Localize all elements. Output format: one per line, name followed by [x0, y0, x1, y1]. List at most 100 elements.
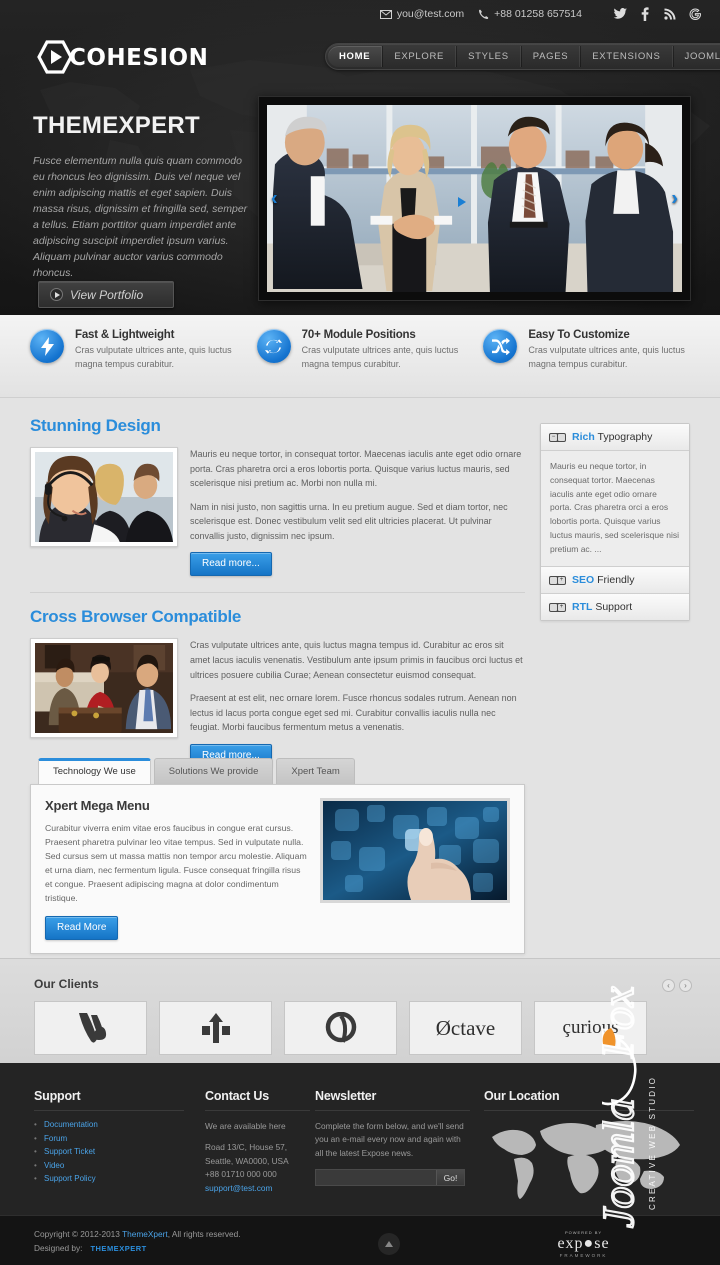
slider-next-arrow[interactable]: ›	[671, 187, 678, 210]
hero-description: Fusce elementum nulla quis quam commodo …	[33, 155, 248, 279]
feature-desc: Cras vulputate ultrices ante, quis luctu…	[75, 345, 232, 369]
section-thumbnail	[30, 447, 178, 547]
toggle-switch-icon: +	[549, 602, 566, 612]
footer-world-map	[492, 1121, 680, 1199]
footer-link-forum[interactable]: Forum	[34, 1134, 184, 1143]
clients-carousel-nav: ‹ ›	[662, 979, 692, 992]
nav-item-joomla[interactable]: JOOMLA	[672, 46, 720, 67]
footer-address-line2: Seattle, WA0000, USA	[205, 1155, 289, 1166]
toggle-knob	[550, 576, 557, 584]
client-logo-octave-text: Øctave	[435, 1015, 496, 1040]
toggle-state: +	[558, 576, 565, 584]
designed-by-label: Designed by:	[34, 1243, 83, 1253]
accordion-label-strong: SEO	[572, 574, 595, 587]
section-paragraph-1: Cras vulputate ultrices ante, quis luctu…	[190, 640, 523, 680]
tabs-row: Technology We use Solutions We provide X…	[30, 758, 525, 784]
copyright-link[interactable]: ThemeXpert	[122, 1229, 168, 1239]
feature-desc: Cras vulputate ultrices ante, quis luctu…	[528, 345, 685, 369]
clients-logo-row: Øctave çurious	[34, 1001, 647, 1055]
accordion-header-seo-friendly[interactable]: + SEO Friendly	[541, 567, 689, 595]
footer-link-documentation[interactable]: Documentation	[34, 1120, 184, 1129]
view-portfolio-button[interactable]: View Portfolio	[38, 281, 174, 308]
hero-slider[interactable]: ‹ ›	[258, 96, 691, 301]
header-email[interactable]: you@test.com	[379, 8, 464, 20]
nav-item-styles[interactable]: STYLES	[456, 46, 521, 67]
main-navigation[interactable]: HOME EXPLORE STYLES PAGES EXTENSIONS JOO…	[325, 43, 720, 70]
accordion: − Rich Typography Mauris eu neque tortor…	[540, 423, 690, 622]
client-logo-q[interactable]	[284, 1001, 397, 1055]
header-phone-text: +88 01258 657514	[494, 8, 582, 20]
newsletter-email-input[interactable]	[316, 1170, 436, 1186]
section-paragraph-2: Nam in nisi justo, non sagittis urna. In…	[190, 501, 508, 541]
twitter-bird-glyph	[613, 8, 627, 19]
accordion-header-rich-typography[interactable]: − Rich Typography	[541, 424, 689, 451]
newsletter-go-button[interactable]: Go!	[436, 1170, 464, 1186]
clients-next-button[interactable]: ›	[679, 979, 692, 992]
header-phone[interactable]: +88 01258 657514	[478, 8, 582, 20]
site-header: you@test.com +88 01258 657514 COHESION H…	[0, 0, 720, 315]
feature-easy-customize: Easy To Customize Cras vulputate ultrice…	[483, 329, 698, 397]
newsletter-form[interactable]: Go!	[315, 1169, 465, 1187]
nav-item-pages[interactable]: PAGES	[520, 46, 581, 67]
tab-panel-body: Curabitur viverra enim vitae eros faucib…	[45, 823, 307, 904]
call-center-agent-photo	[35, 452, 173, 542]
footer-location-title: Our Location	[484, 1089, 560, 1103]
rss-icon[interactable]	[663, 6, 677, 22]
footer-contact-phone: +88 01710 000 000	[205, 1169, 277, 1180]
lightning-bolt-icon	[30, 329, 64, 363]
footer-link-support-policy[interactable]: Support Policy	[34, 1174, 184, 1183]
footer-contact-email[interactable]: support@test.com	[205, 1182, 310, 1195]
toggle-switch-icon: −	[549, 432, 566, 442]
nav-item-home[interactable]: HOME	[328, 46, 383, 67]
phone-icon	[479, 9, 489, 19]
client-logo-curious[interactable]: çurious	[534, 1001, 647, 1055]
slide-image: ‹ ›	[267, 105, 682, 292]
feature-title: Easy To Customize	[528, 329, 630, 341]
expose-sublabel: FRAMEWORK	[559, 1253, 608, 1258]
section-stunning-design: Stunning Design Mauris eu neque tortor, …	[30, 416, 525, 577]
touchscreen-interface-photo	[323, 801, 507, 900]
footer-divider	[205, 1110, 310, 1111]
social-links	[613, 6, 702, 22]
tab-xpert-team[interactable]: Xpert Team	[276, 758, 355, 784]
footer-link-video[interactable]: Video	[34, 1161, 184, 1170]
footer-address-line1: Road 13/C, House 57,	[205, 1142, 288, 1153]
tabs-widget: Technology We use Solutions We provide X…	[30, 758, 525, 954]
nav-item-explore[interactable]: EXPLORE	[382, 46, 457, 67]
client-logo-arrow[interactable]	[159, 1001, 272, 1055]
section-text: Mauris eu neque tortor, in consequat tor…	[190, 447, 525, 577]
tab-read-more-button[interactable]: Read More	[45, 915, 119, 940]
expose-name: exp●se	[557, 1235, 610, 1252]
bolt-glyph	[40, 336, 54, 356]
tab-technology-we-use[interactable]: Technology We use	[38, 758, 151, 784]
copyright-suffix: , All rights reserved.	[167, 1229, 241, 1239]
client-logo-octave[interactable]: Øctave	[409, 1001, 522, 1055]
play-icon	[50, 288, 63, 301]
scroll-to-top-button[interactable]	[378, 1233, 400, 1255]
nav-item-extensions[interactable]: EXTENSIONS	[580, 46, 673, 67]
slider-prev-arrow[interactable]: ‹	[271, 187, 278, 210]
business-handshake-photo	[267, 105, 682, 292]
upward-arrow-logo-icon	[201, 1013, 230, 1043]
content-column: Stunning Design Mauris eu neque tortor, …	[30, 416, 525, 768]
expose-framework-logo: POWERED BY exp●se FRAMEWORK	[546, 1230, 621, 1258]
twitter-icon[interactable]	[613, 6, 627, 22]
refresh-cycle-icon	[256, 329, 291, 363]
feature-desc: Cras vulputate ultrices ante, quis luctu…	[301, 345, 459, 369]
site-logo[interactable]: COHESION	[33, 38, 208, 78]
toggle-knob	[558, 433, 565, 441]
themexpert-logo-text[interactable]: THEMEXPERT	[90, 1244, 146, 1253]
hero-text-block: THEMEXPERT Fusce elementum nulla quis qu…	[33, 112, 248, 282]
accordion-header-rtl-support[interactable]: + RTL Support	[541, 594, 689, 621]
section-title: Cross Browser Compatible	[30, 607, 242, 627]
clients-prev-button[interactable]: ‹	[662, 979, 675, 992]
google-plus-icon[interactable]	[688, 6, 702, 22]
feature-title: Fast & Lightweight	[75, 329, 175, 341]
read-more-button[interactable]: Read more...	[190, 552, 272, 577]
footer-link-support-ticket[interactable]: Support Ticket	[34, 1147, 184, 1156]
logo-text: COHESION	[69, 44, 209, 71]
tab-solutions-we-provide[interactable]: Solutions We provide	[153, 758, 274, 784]
facebook-icon[interactable]	[638, 6, 652, 22]
shuffle-arrows-glyph	[491, 337, 510, 355]
client-logo-ws[interactable]	[34, 1001, 147, 1055]
